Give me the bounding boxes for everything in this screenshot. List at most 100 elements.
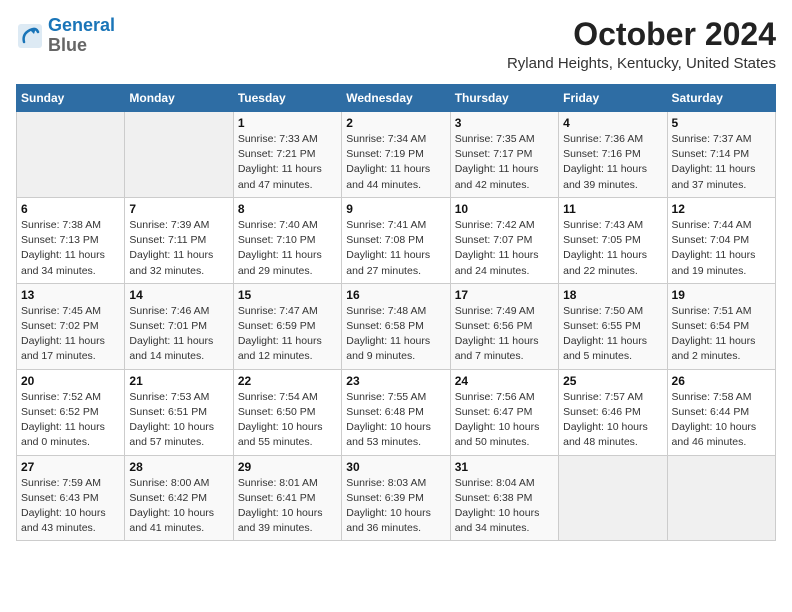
day-number: 9	[346, 202, 445, 216]
day-of-week-header: Saturday	[667, 85, 775, 112]
calendar-day-cell: 26 Sunrise: 7:58 AM Sunset: 6:44 PM Dayli…	[667, 369, 775, 455]
day-info: Sunrise: 7:36 AM Sunset: 7:16 PM Dayligh…	[563, 132, 662, 193]
day-info: Sunrise: 7:41 AM Sunset: 7:08 PM Dayligh…	[346, 218, 445, 279]
calendar-day-cell	[667, 455, 775, 541]
day-number: 13	[21, 288, 120, 302]
day-number: 21	[129, 374, 228, 388]
day-info: Sunrise: 7:42 AM Sunset: 7:07 PM Dayligh…	[455, 218, 554, 279]
calendar-day-cell: 4Sunrise: 7:36 AM Sunset: 7:16 PM Daylig…	[559, 112, 667, 198]
day-of-week-header: Sunday	[17, 85, 125, 112]
day-info: Sunrise: 7:37 AM Sunset: 7:14 PM Dayligh…	[672, 132, 771, 193]
day-info: Sunrise: 8:04 AM Sunset: 6:38 PM Dayligh…	[455, 476, 554, 537]
day-number: 14	[129, 288, 228, 302]
page-header: General Blue October 2024 Ryland Heights…	[16, 16, 776, 72]
calendar-week-row: 13 Sunrise: 7:45 AM Sunset: 7:02 PM Dayli…	[17, 283, 776, 369]
calendar-day-cell: 9 Sunrise: 7:41 AM Sunset: 7:08 PM Daylig…	[342, 197, 450, 283]
day-number: 6	[21, 202, 120, 216]
calendar-day-cell: 28 Sunrise: 8:00 AM Sunset: 6:42 PM Dayli…	[125, 455, 233, 541]
day-info: Sunrise: 7:52 AM Sunset: 6:52 PM Dayligh…	[21, 390, 120, 451]
calendar-week-row: 20 Sunrise: 7:52 AM Sunset: 6:52 PM Dayli…	[17, 369, 776, 455]
calendar-week-row: 27 Sunrise: 7:59 AM Sunset: 6:43 PM Dayli…	[17, 455, 776, 541]
day-number: 23	[346, 374, 445, 388]
day-number: 26	[672, 374, 771, 388]
calendar-day-cell: 25 Sunrise: 7:57 AM Sunset: 6:46 PM Dayli…	[559, 369, 667, 455]
day-info: Sunrise: 7:43 AM Sunset: 7:05 PM Dayligh…	[563, 218, 662, 279]
calendar-day-cell: 15 Sunrise: 7:47 AM Sunset: 6:59 PM Dayli…	[233, 283, 341, 369]
day-number: 24	[455, 374, 554, 388]
calendar-week-row: 1Sunrise: 7:33 AM Sunset: 7:21 PM Daylig…	[17, 112, 776, 198]
logo: General Blue	[16, 16, 115, 56]
day-number: 20	[21, 374, 120, 388]
day-info: Sunrise: 7:44 AM Sunset: 7:04 PM Dayligh…	[672, 218, 771, 279]
calendar-day-cell: 16 Sunrise: 7:48 AM Sunset: 6:58 PM Dayli…	[342, 283, 450, 369]
calendar-day-cell: 8 Sunrise: 7:40 AM Sunset: 7:10 PM Daylig…	[233, 197, 341, 283]
day-of-week-header: Thursday	[450, 85, 558, 112]
day-number: 19	[672, 288, 771, 302]
calendar-day-cell: 10 Sunrise: 7:42 AM Sunset: 7:07 PM Dayli…	[450, 197, 558, 283]
day-of-week-header: Wednesday	[342, 85, 450, 112]
day-number: 16	[346, 288, 445, 302]
day-number: 3	[455, 116, 554, 130]
calendar-day-cell: 12 Sunrise: 7:44 AM Sunset: 7:04 PM Dayli…	[667, 197, 775, 283]
day-info: Sunrise: 7:55 AM Sunset: 6:48 PM Dayligh…	[346, 390, 445, 451]
day-number: 1	[238, 116, 337, 130]
calendar-day-cell: 21Sunrise: 7:53 AM Sunset: 6:51 PM Dayli…	[125, 369, 233, 455]
calendar-day-cell: 1Sunrise: 7:33 AM Sunset: 7:21 PM Daylig…	[233, 112, 341, 198]
day-info: Sunrise: 8:00 AM Sunset: 6:42 PM Dayligh…	[129, 476, 228, 537]
day-info: Sunrise: 7:45 AM Sunset: 7:02 PM Dayligh…	[21, 304, 120, 365]
day-info: Sunrise: 7:59 AM Sunset: 6:43 PM Dayligh…	[21, 476, 120, 537]
day-of-week-header: Tuesday	[233, 85, 341, 112]
calendar-day-cell: 24 Sunrise: 7:56 AM Sunset: 6:47 PM Dayli…	[450, 369, 558, 455]
calendar-day-cell: 11 Sunrise: 7:43 AM Sunset: 7:05 PM Dayli…	[559, 197, 667, 283]
day-info: Sunrise: 7:48 AM Sunset: 6:58 PM Dayligh…	[346, 304, 445, 365]
day-number: 25	[563, 374, 662, 388]
day-number: 27	[21, 460, 120, 474]
calendar-day-cell	[559, 455, 667, 541]
logo-text: General Blue	[48, 16, 115, 56]
day-info: Sunrise: 7:38 AM Sunset: 7:13 PM Dayligh…	[21, 218, 120, 279]
day-info: Sunrise: 7:56 AM Sunset: 6:47 PM Dayligh…	[455, 390, 554, 451]
calendar-day-cell: 29 Sunrise: 8:01 AM Sunset: 6:41 PM Dayli…	[233, 455, 341, 541]
day-number: 15	[238, 288, 337, 302]
day-number: 31	[455, 460, 554, 474]
day-info: Sunrise: 7:40 AM Sunset: 7:10 PM Dayligh…	[238, 218, 337, 279]
day-number: 5	[672, 116, 771, 130]
day-info: Sunrise: 8:03 AM Sunset: 6:39 PM Dayligh…	[346, 476, 445, 537]
calendar-day-cell: 6 Sunrise: 7:38 AM Sunset: 7:13 PM Daylig…	[17, 197, 125, 283]
day-info: Sunrise: 7:57 AM Sunset: 6:46 PM Dayligh…	[563, 390, 662, 451]
calendar-day-cell: 3 Sunrise: 7:35 AM Sunset: 7:17 PM Daylig…	[450, 112, 558, 198]
day-info: Sunrise: 7:39 AM Sunset: 7:11 PM Dayligh…	[129, 218, 228, 279]
calendar-header-row: SundayMondayTuesdayWednesdayThursdayFrid…	[17, 85, 776, 112]
day-info: Sunrise: 8:01 AM Sunset: 6:41 PM Dayligh…	[238, 476, 337, 537]
calendar-day-cell: 14 Sunrise: 7:46 AM Sunset: 7:01 PM Dayli…	[125, 283, 233, 369]
title-block: October 2024 Ryland Heights, Kentucky, U…	[507, 16, 776, 72]
day-info: Sunrise: 7:49 AM Sunset: 6:56 PM Dayligh…	[455, 304, 554, 365]
calendar-day-cell: 2Sunrise: 7:34 AM Sunset: 7:19 PM Daylig…	[342, 112, 450, 198]
day-info: Sunrise: 7:35 AM Sunset: 7:17 PM Dayligh…	[455, 132, 554, 193]
calendar-day-cell: 7 Sunrise: 7:39 AM Sunset: 7:11 PM Daylig…	[125, 197, 233, 283]
day-info: Sunrise: 7:46 AM Sunset: 7:01 PM Dayligh…	[129, 304, 228, 365]
calendar-day-cell: 23 Sunrise: 7:55 AM Sunset: 6:48 PM Dayli…	[342, 369, 450, 455]
day-number: 12	[672, 202, 771, 216]
calendar-day-cell: 18Sunrise: 7:50 AM Sunset: 6:55 PM Dayli…	[559, 283, 667, 369]
day-number: 7	[129, 202, 228, 216]
calendar-day-cell: 30Sunrise: 8:03 AM Sunset: 6:39 PM Dayli…	[342, 455, 450, 541]
month-title: October 2024	[507, 16, 776, 53]
calendar-day-cell: 5 Sunrise: 7:37 AM Sunset: 7:14 PM Daylig…	[667, 112, 775, 198]
calendar-table: SundayMondayTuesdayWednesdayThursdayFrid…	[16, 84, 776, 541]
day-info: Sunrise: 7:51 AM Sunset: 6:54 PM Dayligh…	[672, 304, 771, 365]
day-number: 8	[238, 202, 337, 216]
day-number: 10	[455, 202, 554, 216]
day-number: 28	[129, 460, 228, 474]
day-number: 29	[238, 460, 337, 474]
calendar-week-row: 6 Sunrise: 7:38 AM Sunset: 7:13 PM Daylig…	[17, 197, 776, 283]
calendar-day-cell: 20 Sunrise: 7:52 AM Sunset: 6:52 PM Dayli…	[17, 369, 125, 455]
day-info: Sunrise: 7:47 AM Sunset: 6:59 PM Dayligh…	[238, 304, 337, 365]
day-number: 2	[346, 116, 445, 130]
day-number: 11	[563, 202, 662, 216]
logo-icon	[16, 22, 44, 50]
day-info: Sunrise: 7:54 AM Sunset: 6:50 PM Dayligh…	[238, 390, 337, 451]
day-info: Sunrise: 7:58 AM Sunset: 6:44 PM Dayligh…	[672, 390, 771, 451]
day-number: 22	[238, 374, 337, 388]
day-of-week-header: Friday	[559, 85, 667, 112]
